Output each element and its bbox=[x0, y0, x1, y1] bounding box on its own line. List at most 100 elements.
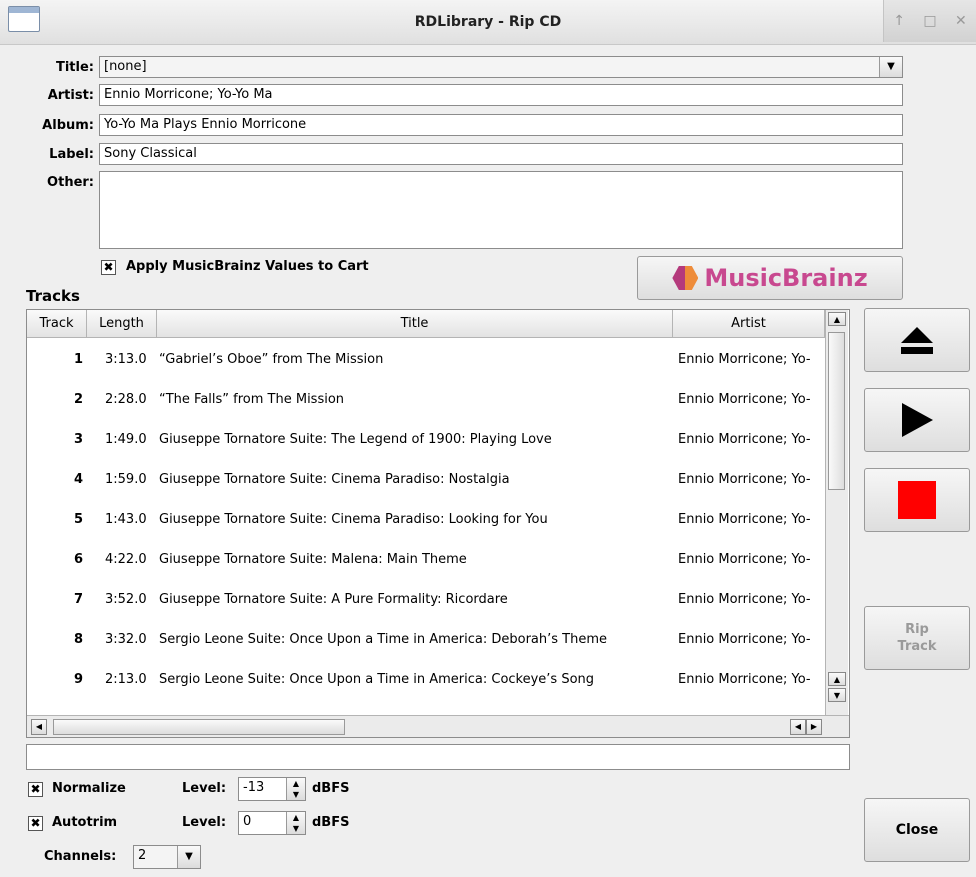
normalize-label: Normalize bbox=[52, 781, 126, 796]
table-row[interactable]: 3 1:49.0 Giuseppe Tornatore Suite: The L… bbox=[27, 420, 825, 460]
autotrim-level-value: 0 bbox=[243, 814, 252, 829]
column-header-artist[interactable]: Artist bbox=[673, 310, 825, 338]
play-icon bbox=[902, 403, 933, 437]
album-label: Album: bbox=[42, 118, 94, 133]
other-textarea[interactable] bbox=[99, 171, 903, 249]
track-artist: Ennio Morricone; Yo- bbox=[678, 672, 811, 687]
album-field[interactable]: Yo-Yo Ma Plays Ennio Morricone bbox=[99, 114, 903, 136]
track-title: Giuseppe Tornatore Suite: Cinema Paradis… bbox=[159, 512, 548, 527]
table-row[interactable]: 8 3:32.0 Sergio Leone Suite: Once Upon a… bbox=[27, 620, 825, 660]
track-title: “Gabriel’s Oboe” from The Mission bbox=[159, 352, 384, 367]
track-number: 9 bbox=[73, 672, 83, 687]
track-title: Sergio Leone Suite: Once Upon a Time in … bbox=[159, 632, 608, 647]
chevron-down-icon[interactable]: ▼ bbox=[879, 57, 902, 77]
record-label-field[interactable]: Sony Classical bbox=[99, 143, 903, 165]
eject-button[interactable] bbox=[864, 308, 970, 372]
track-artist: Ennio Morricone; Yo- bbox=[678, 392, 811, 407]
tracks-heading: Tracks bbox=[26, 287, 80, 305]
track-length: 2:28.0 bbox=[105, 392, 147, 407]
track-length: 3:13.0 bbox=[105, 352, 147, 367]
normalize-level-label: Level: bbox=[182, 781, 227, 796]
scroll-up-icon[interactable]: ▲ bbox=[828, 312, 846, 326]
rip-track-button[interactable]: Rip Track bbox=[864, 606, 970, 670]
track-length: 1:49.0 bbox=[105, 432, 147, 447]
track-number: 3 bbox=[73, 432, 83, 447]
scroll-left-icon[interactable]: ◀ bbox=[31, 719, 47, 735]
track-length: 2:13.0 bbox=[105, 672, 147, 687]
stop-button[interactable] bbox=[864, 468, 970, 532]
scroll-up-icon[interactable]: ▲ bbox=[828, 672, 846, 686]
track-length: 3:32.0 bbox=[105, 632, 147, 647]
normalize-level-value: -13 bbox=[243, 780, 265, 795]
track-number: 4 bbox=[73, 472, 83, 487]
track-title: Giuseppe Tornatore Suite: Cinema Paradis… bbox=[159, 472, 510, 487]
track-title: Sergio Leone Suite: Once Upon a Time in … bbox=[159, 672, 595, 687]
artist-label: Artist: bbox=[47, 88, 94, 103]
chevron-down-icon[interactable]: ▼ bbox=[177, 846, 200, 868]
table-row[interactable]: 2 2:28.0 “The Falls” from The Mission En… bbox=[27, 380, 825, 420]
column-header-length[interactable]: Length bbox=[87, 310, 157, 338]
status-field bbox=[26, 744, 850, 770]
spin-arrows-icon[interactable]: ▲ ▼ bbox=[286, 778, 305, 800]
eject-icon bbox=[901, 327, 933, 354]
autotrim-unit: dBFS bbox=[312, 815, 350, 830]
scroll-right-icon[interactable]: ▶ bbox=[806, 719, 822, 735]
column-header-title[interactable]: Title bbox=[157, 310, 673, 338]
table-row[interactable]: 5 1:43.0 Giuseppe Tornatore Suite: Cinem… bbox=[27, 500, 825, 540]
normalize-level-spinbox[interactable]: -13 ▲ ▼ bbox=[238, 777, 306, 801]
track-artist: Ennio Morricone; Yo- bbox=[678, 632, 811, 647]
scroll-left-icon[interactable]: ◀ bbox=[790, 719, 806, 735]
track-number: 8 bbox=[73, 632, 83, 647]
table-row[interactable]: 4 1:59.0 Giuseppe Tornatore Suite: Cinem… bbox=[27, 460, 825, 500]
horizontal-scroll-thumb[interactable] bbox=[53, 719, 345, 735]
track-number: 1 bbox=[73, 352, 83, 367]
table-row[interactable]: 1 3:13.0 “Gabriel’s Oboe” from The Missi… bbox=[27, 340, 825, 380]
track-number: 2 bbox=[73, 392, 83, 407]
autotrim-level-spinbox[interactable]: 0 ▲ ▼ bbox=[238, 811, 306, 835]
vertical-scrollbar[interactable]: ▲ ▲ ▼ bbox=[825, 310, 848, 716]
window-controls: ↑ □ ✕ bbox=[883, 0, 976, 42]
channels-combo[interactable]: 2 ▼ bbox=[133, 845, 201, 869]
label-label: Label: bbox=[49, 147, 94, 162]
track-length: 4:22.0 bbox=[105, 552, 147, 567]
track-number: 6 bbox=[73, 552, 83, 567]
table-row[interactable]: 9 2:13.0 Sergio Leone Suite: Once Upon a… bbox=[27, 660, 825, 700]
window-title: RDLibrary - Rip CD bbox=[414, 14, 562, 30]
track-number: 7 bbox=[73, 592, 83, 607]
apply-musicbrainz-label: Apply MusicBrainz Values to Cart bbox=[126, 259, 369, 274]
title-bar: RDLibrary - Rip CD ↑ □ ✕ bbox=[0, 0, 976, 45]
track-artist: Ennio Morricone; Yo- bbox=[678, 512, 811, 527]
title-combo[interactable]: [none] ▼ bbox=[99, 56, 903, 78]
normalize-unit: dBFS bbox=[312, 781, 350, 796]
column-header-track[interactable]: Track bbox=[27, 310, 87, 338]
autotrim-checkbox[interactable]: ✖ bbox=[28, 816, 43, 831]
normalize-checkbox[interactable]: ✖ bbox=[28, 782, 43, 797]
maximize-icon[interactable]: □ bbox=[923, 13, 936, 29]
close-window-icon[interactable]: ✕ bbox=[955, 13, 967, 29]
artist-field[interactable]: Ennio Morricone; Yo-Yo Ma bbox=[99, 84, 903, 106]
track-length: 1:59.0 bbox=[105, 472, 147, 487]
horizontal-scrollbar[interactable]: ◀ ◀ ▶ bbox=[27, 715, 849, 737]
vertical-scroll-thumb[interactable] bbox=[828, 332, 845, 490]
table-row[interactable]: 7 3:52.0 Giuseppe Tornatore Suite: A Pur… bbox=[27, 580, 825, 620]
channels-label: Channels: bbox=[44, 849, 117, 864]
musicbrainz-button-label: MusicBrainz bbox=[704, 264, 868, 292]
table-row[interactable]: 6 4:22.0 Giuseppe Tornatore Suite: Malen… bbox=[27, 540, 825, 580]
track-length: 1:43.0 bbox=[105, 512, 147, 527]
track-artist: Ennio Morricone; Yo- bbox=[678, 592, 811, 607]
track-number: 5 bbox=[73, 512, 83, 527]
apply-musicbrainz-checkbox[interactable]: ✖ bbox=[101, 260, 116, 275]
track-artist: Ennio Morricone; Yo- bbox=[678, 472, 811, 487]
play-button[interactable] bbox=[864, 388, 970, 452]
close-button[interactable]: Close bbox=[864, 798, 970, 862]
track-list[interactable]: Track Length Title Artist 1 3:13.0 “Gabr… bbox=[26, 309, 850, 738]
track-artist: Ennio Morricone; Yo- bbox=[678, 552, 811, 567]
spin-arrows-icon[interactable]: ▲ ▼ bbox=[286, 812, 305, 834]
track-title: Giuseppe Tornatore Suite: A Pure Formali… bbox=[159, 592, 508, 607]
musicbrainz-button[interactable]: MusicBrainz bbox=[637, 256, 903, 300]
track-length: 3:52.0 bbox=[105, 592, 147, 607]
musicbrainz-logo-icon bbox=[672, 266, 699, 290]
shade-icon[interactable]: ↑ bbox=[893, 13, 905, 29]
scroll-down-icon[interactable]: ▼ bbox=[828, 688, 846, 702]
title-label: Title: bbox=[55, 60, 94, 75]
